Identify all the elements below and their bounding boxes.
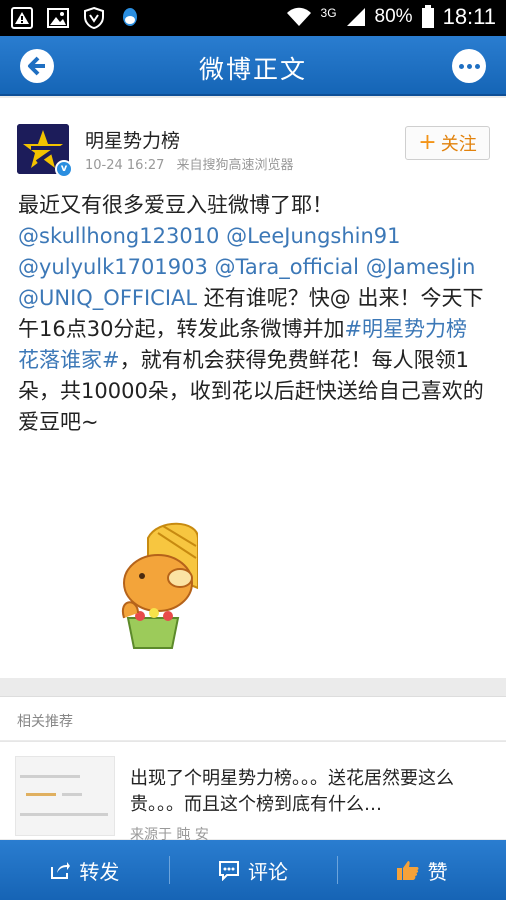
qq-icon <box>123 8 137 26</box>
post-card: v 明星势力榜 10-24 16:27 来自搜狗高速浏览器 + 关注 最近又有很… <box>0 98 506 678</box>
author-name[interactable]: 明星势力榜 <box>85 126 180 153</box>
sticker-image[interactable] <box>118 518 198 658</box>
clock: 18:11 <box>442 4 496 29</box>
related-item-title: 出现了个明星势力榜。。。送花居然要这么贵。。。而且这个榜到底有什么… <box>130 768 454 815</box>
comment-button[interactable]: 评论 <box>168 840 338 900</box>
post-text: 最近又有很多爱豆入驻微博了耶！ <box>18 193 333 217</box>
related-item[interactable]: 出现了个明星势力榜。。。送花居然要这么贵。。。而且这个榜到底有什么… 来源于 盹… <box>0 741 506 843</box>
post-time: 10-24 16:27 <box>85 158 165 173</box>
mention-link[interactable]: @LeeJungshin91 <box>226 224 400 248</box>
comment-label: 评论 <box>248 859 288 884</box>
bottom-toolbar: 转发 评论 赞 <box>0 840 506 900</box>
plus-icon: + <box>418 130 437 155</box>
mention-link[interactable]: @Tara_official <box>215 255 359 279</box>
signal-icon <box>346 8 365 26</box>
post-body: 最近又有很多爱豆入驻微博了耶！ @skullhong123010 @LeeJung… <box>18 190 488 438</box>
related-header: 相关推荐 <box>0 696 506 740</box>
title-bar: 微博正文 <box>0 36 506 96</box>
mention-link[interactable]: @UNIQ_OFFICIAL <box>18 286 197 310</box>
cartoon-sticker-icon <box>121 522 198 649</box>
follow-button[interactable]: + 关注 <box>405 126 490 160</box>
mention-link[interactable]: @JamesJin <box>366 255 476 279</box>
warning-icon <box>11 7 33 29</box>
follow-label: 关注 <box>440 134 477 155</box>
battery-icon <box>421 5 434 28</box>
post-source: 来自搜狗高速浏览器 <box>176 158 294 173</box>
post-meta: 10-24 16:27 来自搜狗高速浏览器 <box>85 154 294 173</box>
page-title: 微博正文 <box>198 55 307 84</box>
status-bar: 3G 80% 18:11 <box>0 0 506 36</box>
like-button[interactable]: 赞 <box>337 840 506 900</box>
repost-label: 转发 <box>79 859 120 884</box>
repost-button[interactable]: 转发 <box>0 840 169 900</box>
network-type: 3G <box>320 6 337 20</box>
wifi-icon <box>286 7 311 26</box>
shield-icon <box>84 6 104 30</box>
mention-link[interactable]: @yulyulk1701903 <box>18 255 208 279</box>
comment-icon <box>219 861 239 881</box>
like-label: 赞 <box>427 859 448 884</box>
battery-percent: 80% <box>374 6 413 27</box>
verified-badge-icon: v <box>55 160 73 178</box>
share-icon <box>51 862 71 879</box>
more-dots-icon <box>458 63 464 69</box>
more-button[interactable] <box>452 49 486 83</box>
mention-link[interactable]: @skullhong123010 <box>18 224 219 248</box>
image-icon <box>47 8 69 28</box>
thumbs-up-icon <box>396 861 419 880</box>
related-thumbnail <box>15 756 115 836</box>
related-title: 相关推荐 <box>17 714 73 730</box>
